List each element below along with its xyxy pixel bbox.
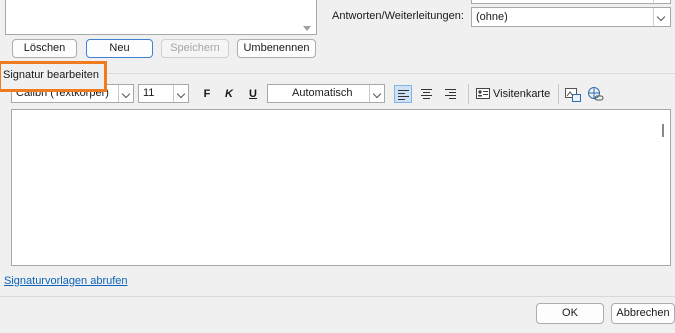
footer-divider <box>0 296 675 297</box>
replies-forwards-label: Antworten/Weiterleitungen: <box>332 10 464 22</box>
toolbar-separator <box>558 84 559 104</box>
chevron-down-icon <box>173 85 188 102</box>
align-left-icon[interactable] <box>394 85 412 103</box>
font-color-value: Automatisch <box>292 87 353 99</box>
chevron-down-icon <box>118 85 133 102</box>
toolbar-separator <box>468 84 469 104</box>
bold-button[interactable]: F <box>199 85 215 103</box>
font-size-value: 11 <box>143 87 155 99</box>
insert-picture-icon[interactable] <box>564 86 582 104</box>
chevron-down-icon <box>653 0 670 5</box>
underline-button[interactable]: U <box>245 85 261 103</box>
hyperlink-icon[interactable] <box>587 86 605 104</box>
cancel-button[interactable]: Abbrechen <box>611 303 675 324</box>
scroll-down-arrow-icon[interactable] <box>303 26 311 31</box>
font-size-select[interactable]: 11 <box>138 84 189 103</box>
chevron-down-icon <box>369 85 384 102</box>
chevron-down-icon <box>653 8 670 26</box>
rename-button[interactable]: Umbenennen <box>237 39 316 58</box>
signature-templates-link[interactable]: Signaturvorlagen abrufen <box>4 275 128 287</box>
align-center-icon[interactable] <box>418 85 436 103</box>
business-card-button[interactable]: Visitenkarte <box>476 85 554 103</box>
edit-signature-title: Signatur bearbeiten <box>3 69 100 81</box>
signature-editor[interactable] <box>11 109 671 266</box>
replies-forwards-select[interactable]: (ohne) <box>471 7 671 27</box>
save-button: Speichern <box>161 39 229 58</box>
italic-button[interactable]: K <box>221 85 237 103</box>
delete-button[interactable]: Löschen <box>12 39 77 58</box>
align-right-icon[interactable] <box>442 85 460 103</box>
editor-scrollbar[interactable] <box>662 124 664 137</box>
signature-list[interactable] <box>5 0 317 35</box>
business-card-label: Visitenkarte <box>493 88 551 100</box>
new-button[interactable]: Neu <box>86 39 153 58</box>
ok-button[interactable]: OK <box>536 303 604 324</box>
replies-forwards-value: (ohne) <box>476 11 508 23</box>
font-color-select[interactable]: Automatisch <box>267 84 385 103</box>
business-card-icon <box>476 88 490 99</box>
new-messages-select[interactable] <box>471 0 671 5</box>
